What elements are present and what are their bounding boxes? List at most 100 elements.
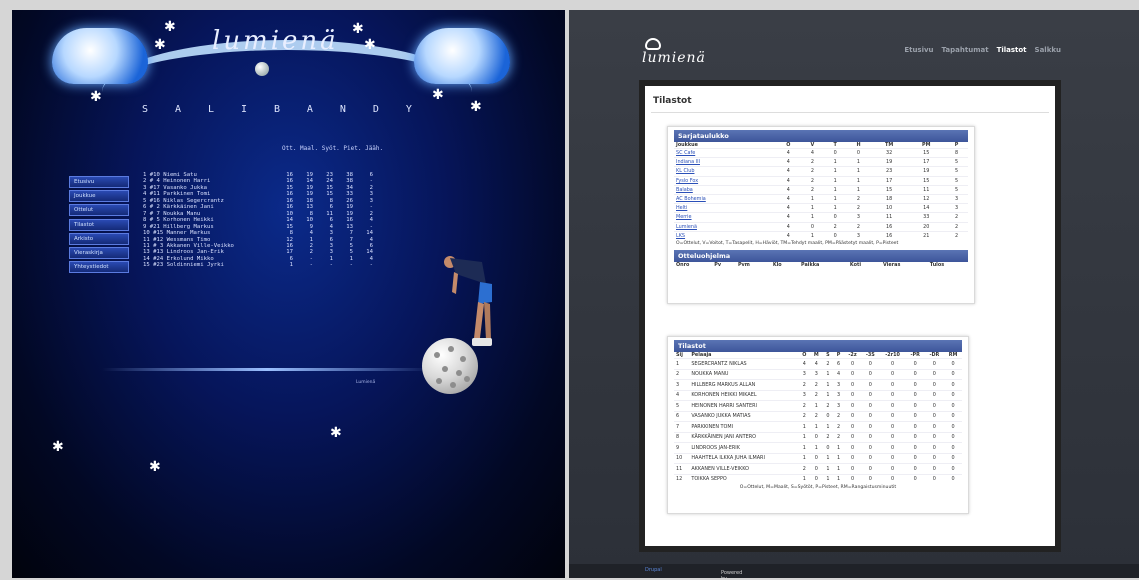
- stats-row: 1 SEGERCRANTZ NIKLAS 4 4 2 6 0 0 0 0 0 0: [674, 358, 962, 369]
- stats-cell: 0: [924, 452, 945, 464]
- stats-cell: 0: [861, 463, 880, 474]
- old-stats-header: Ott. Maal. Syöt. Piet. Jääh.: [282, 145, 384, 152]
- stats-cell: 0: [944, 431, 962, 443]
- stats-cell: 2: [822, 431, 834, 443]
- top-nav-item[interactable]: Etusivu: [904, 46, 933, 54]
- stats-cell: 0: [861, 473, 880, 484]
- stats-cell: 1: [674, 358, 690, 369]
- new-site-logo[interactable]: lumienä: [642, 50, 706, 66]
- standings-cell: 20: [907, 221, 946, 232]
- standings-cell: 18: [870, 193, 908, 204]
- stats-cell: 3: [798, 389, 811, 401]
- stats-cell: 9: [674, 442, 690, 453]
- standings-cell: 4: [775, 147, 801, 158]
- nav-item-yhteystiedot[interactable]: Yhteystiedot: [69, 261, 129, 274]
- top-nav-item[interactable]: Tapahtumat: [942, 46, 989, 54]
- site-footer: Powered by Drupal: [569, 564, 1139, 578]
- stats-cell: 0: [843, 463, 862, 474]
- standings-cell: 2: [945, 230, 968, 240]
- stats-cell: 0: [924, 379, 945, 390]
- team-link[interactable]: SC Cafe: [676, 150, 695, 156]
- stats-cell: 12: [674, 473, 690, 484]
- standings-cell: 4: [775, 230, 801, 240]
- team-link[interactable]: Balaba: [676, 187, 693, 193]
- stats-cell: 0: [843, 421, 862, 432]
- standings-row: Indiana III 4 2 1 1 19 17 5: [674, 157, 968, 167]
- team-link[interactable]: Indiana III: [676, 159, 700, 165]
- nav-item-ottelut[interactable]: Ottelut: [69, 204, 129, 217]
- stats-cell: 0: [879, 442, 906, 453]
- stats-cell: 0: [843, 400, 862, 411]
- sport-letter: B: [273, 104, 280, 115]
- team-link[interactable]: Lumienä: [676, 224, 697, 230]
- stats-cell: 1: [810, 400, 823, 411]
- stats-cell: 0: [810, 463, 823, 474]
- stats-cell: 0: [879, 473, 906, 484]
- team-link[interactable]: AC Bohemia: [676, 196, 706, 202]
- nav-item-joukkue[interactable]: Joukkue: [69, 190, 129, 203]
- player-stats-box: Tilastot Sij Pelaaja O M S P -2z -3S -2r10 -PR -DR…: [667, 336, 969, 514]
- footer-text: Powered by Drupal: [645, 567, 742, 578]
- standings-row: KL Club 4 2 1 1 23 19 5: [674, 166, 968, 177]
- nav-item-etusivu[interactable]: Etusivu: [69, 176, 129, 188]
- standings-cell: 12: [907, 193, 946, 204]
- team-link[interactable]: KL Club: [676, 168, 694, 174]
- stats-cell: 0: [861, 410, 880, 422]
- old-site-nav: Etusivu Joukkue Ottelut Tilastot Arkisto…: [69, 176, 129, 275]
- stats-cell: 0: [905, 389, 925, 401]
- stats-cell: 0: [944, 473, 962, 484]
- stats-cell: 0: [905, 463, 925, 474]
- nav-item-vieraskirja[interactable]: Vieraskirja: [69, 246, 129, 259]
- nav-item-arkisto[interactable]: Arkisto: [69, 232, 129, 245]
- standings-cell: 4: [775, 221, 801, 232]
- team-link[interactable]: Helti: [676, 205, 687, 211]
- stats-cell: 0: [905, 421, 925, 432]
- stats-cell: 1: [822, 452, 834, 464]
- standings-cell: 1: [824, 175, 847, 186]
- stats-cell: 0: [944, 379, 962, 390]
- stats-cell: TOIKKA SEPPO: [689, 473, 799, 484]
- standings-cell: 1: [846, 166, 871, 177]
- nav-item-tilastot[interactable]: Tilastot: [69, 218, 129, 231]
- footer-drupal-link[interactable]: Drupal: [645, 567, 662, 573]
- team-link[interactable]: Fyslo Fox: [676, 178, 698, 184]
- stats-cell: 0: [861, 389, 880, 401]
- stats-cell: 8: [674, 431, 690, 443]
- stats-cell: 2: [810, 389, 823, 401]
- stats-cell: 0: [905, 368, 925, 380]
- stats-cell: 0: [843, 452, 862, 464]
- stats-cell: 1: [798, 431, 811, 443]
- standings-cell: Fyslo Fox: [674, 175, 776, 186]
- stats-cell: 0: [861, 431, 880, 443]
- team-link[interactable]: Merrie: [676, 214, 692, 220]
- stats-cell: 0: [879, 368, 906, 380]
- floor-line: [102, 368, 432, 371]
- stats-cell: 3: [798, 368, 811, 380]
- team-link[interactable]: LKS: [676, 233, 685, 239]
- stats-cell: AKKANEN VILLE-VEIKKO: [689, 463, 799, 474]
- stats-cell: 0: [861, 442, 880, 453]
- standings-row: Merrie 4 1 0 3 11 33 2: [674, 212, 968, 222]
- stats-cell: 0: [944, 368, 962, 380]
- old-site-logo[interactable]: lumienä: [212, 26, 339, 56]
- top-nav-item[interactable]: Salkku: [1035, 46, 1061, 54]
- stats-cell: 0: [924, 421, 945, 432]
- stats-row: 6 VASANKO JUKKA MATIAS 2 2 0 2 0 0 0 0 0 0: [674, 410, 962, 422]
- stats-cell: 0: [879, 421, 906, 432]
- stats-cell: 0: [843, 368, 862, 380]
- stats-cell: 0: [861, 368, 880, 380]
- stats-cell: 0: [810, 452, 823, 464]
- standings-cell: SC Cafe: [674, 147, 776, 158]
- standings-cell: 2: [945, 212, 968, 222]
- schedule-header-cell: Pvm: [737, 261, 750, 268]
- stats-cell: 6: [674, 410, 690, 422]
- standings-cell: 16: [870, 221, 908, 232]
- stats-cell: 1: [822, 473, 834, 484]
- stats-cell: SEGERCRANTZ NIKLAS: [689, 358, 799, 369]
- player-stats-legend: O=Ottelut, M=Maalit, S=Syötöt, P=Pisteet…: [739, 485, 897, 490]
- standings-cell: 1: [800, 203, 825, 213]
- standings-cell: 4: [775, 166, 801, 177]
- top-nav-item-active[interactable]: Tilastot: [997, 46, 1027, 54]
- standings-cell: 1: [846, 184, 871, 195]
- standings-title: Sarjataulukko: [674, 130, 968, 142]
